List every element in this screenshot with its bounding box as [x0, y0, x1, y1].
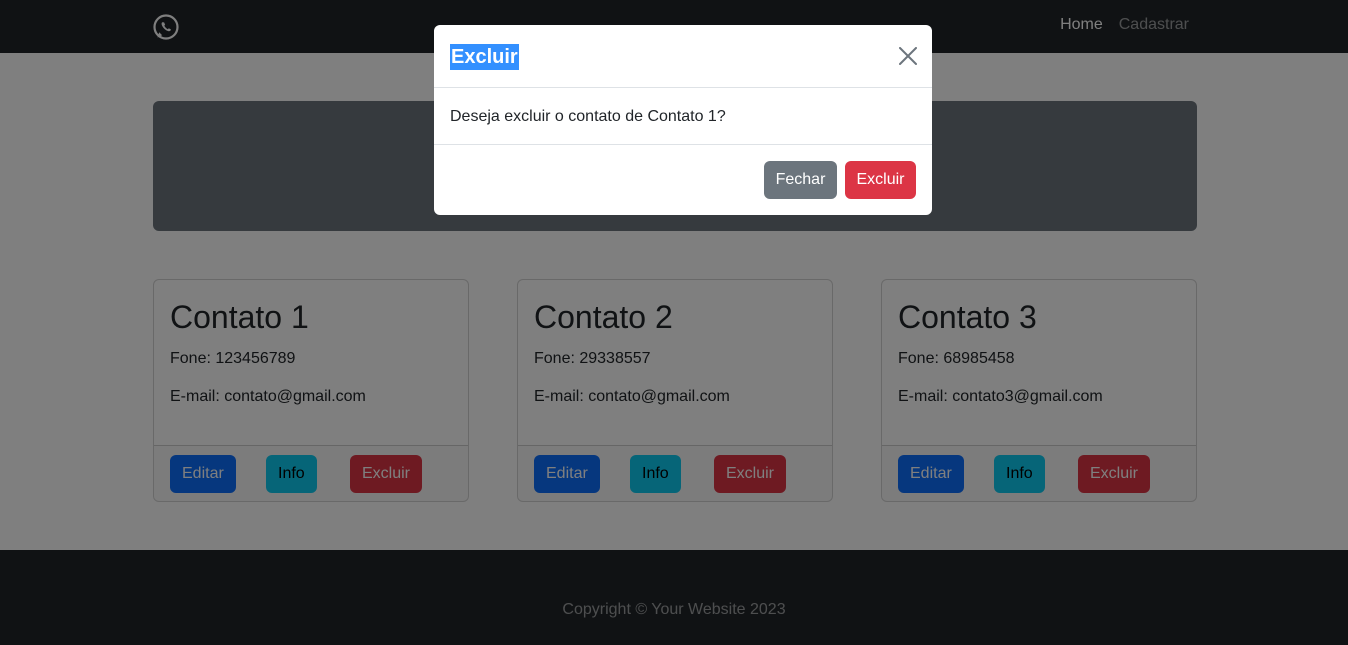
confirm-delete-button[interactable]: Excluir	[845, 161, 916, 199]
modal-header: Excluir	[434, 25, 932, 88]
modal-footer: Fechar Excluir	[434, 145, 932, 215]
modal-body: Deseja excluir o contato de Contato 1?	[434, 88, 932, 145]
close-modal-button[interactable]: Fechar	[764, 161, 837, 199]
modal-title: Excluir	[450, 44, 519, 70]
delete-confirm-modal: Excluir Deseja excluir o contato de Cont…	[434, 25, 932, 215]
close-icon[interactable]	[899, 47, 917, 65]
